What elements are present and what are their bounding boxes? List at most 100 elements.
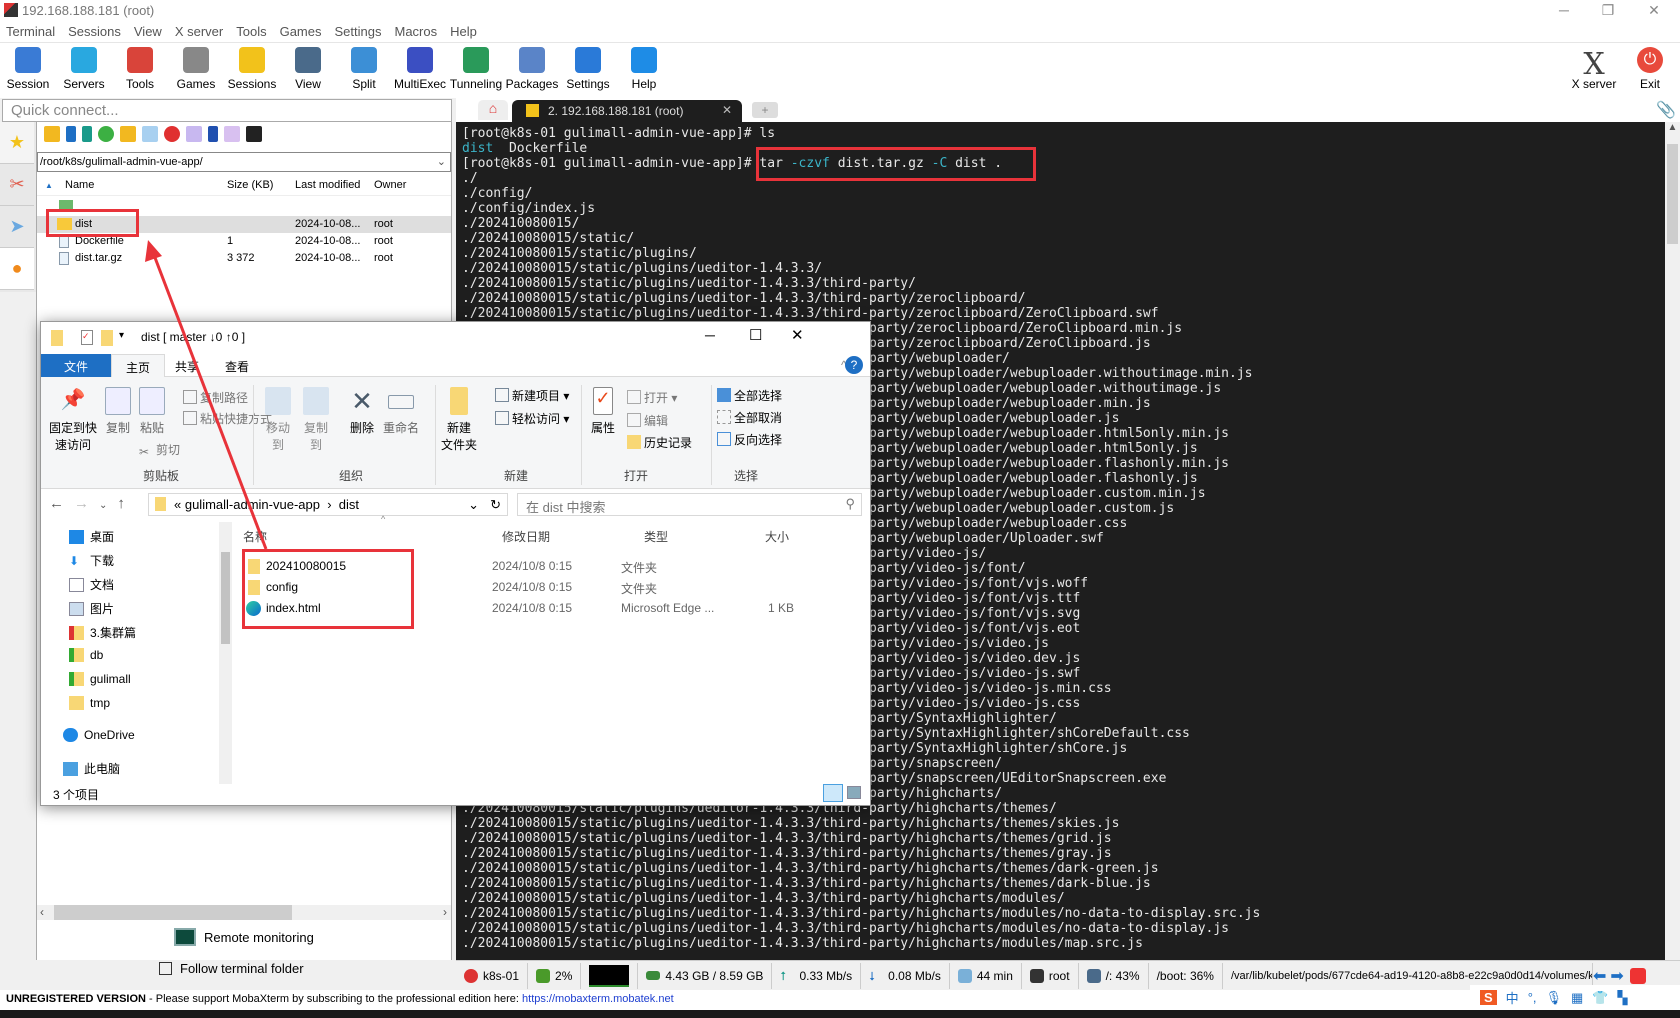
send-icon[interactable]: ➤ (0, 206, 34, 248)
large-icons-view-button[interactable] (847, 786, 861, 799)
restore-button[interactable]: ❐ (1588, 0, 1628, 22)
toolbar-button-split[interactable]: Split (336, 47, 392, 91)
magic-wand-icon[interactable] (224, 126, 240, 142)
customize-qa-icon[interactable]: ▾ (119, 330, 124, 341)
tab-share[interactable]: 共享 (161, 354, 213, 377)
tab-close-icon[interactable]: ✕ (722, 103, 732, 117)
nav-item[interactable]: gulimall (69, 672, 131, 686)
nav-item[interactable]: 文档 (69, 576, 114, 593)
mic-icon[interactable]: 🎙 (1546, 990, 1563, 1006)
move-to-button[interactable]: 移动到 (261, 387, 295, 453)
menu-item[interactable]: Sessions (62, 22, 128, 42)
skin-icon[interactable]: 👕 (1592, 990, 1608, 1006)
tab-file[interactable]: 文件 (41, 354, 111, 377)
sogou-icon[interactable]: S (1480, 990, 1497, 1005)
session-tab[interactable]: 2. 192.168.188.181 (root) ✕ (512, 100, 742, 122)
menu-item[interactable]: Help (444, 22, 484, 42)
history-button[interactable]: 历史记录 (627, 434, 692, 451)
nav-item[interactable]: tmp (69, 696, 110, 710)
new-folder-icon[interactable] (120, 126, 136, 142)
col-size[interactable]: 大小 (765, 528, 789, 545)
copy-path-button[interactable]: 复制路径 (183, 389, 248, 406)
new-file-icon[interactable] (142, 126, 158, 142)
nav-item[interactable]: ⬇ 下载 (69, 552, 114, 569)
scrollbar-thumb[interactable] (1667, 144, 1678, 244)
permissions-icon[interactable] (208, 126, 218, 142)
nav-item[interactable]: 图片 (69, 600, 114, 617)
invert-selection-button[interactable]: 反向选择 (717, 431, 782, 448)
scroll-up-icon[interactable]: ▲ (1665, 122, 1680, 133)
details-view-button[interactable] (823, 784, 843, 802)
toolbar-button-view[interactable]: View (280, 47, 336, 91)
mobatek-link[interactable]: https://mobaxterm.mobatek.net (522, 993, 674, 1005)
toolbar-button-games[interactable]: Games (168, 47, 224, 91)
open-button[interactable]: 打开 ▾ (627, 389, 677, 406)
menu-item[interactable]: View (128, 22, 169, 42)
arrow-right-icon[interactable]: ➡ (1610, 966, 1623, 986)
address-bar[interactable]: « gulimall-admin-vue-app › dist ⌄ ↻ (148, 493, 508, 516)
back-icon[interactable]: ← (49, 495, 74, 512)
select-none-button[interactable]: 全部取消 (717, 409, 782, 426)
col-date[interactable]: 修改日期 (502, 528, 550, 545)
rename-icon[interactable] (186, 126, 202, 142)
pin-quick-access-button[interactable]: 📌 固定到快 速访问 (45, 387, 101, 453)
copy-to-button[interactable]: 复制到 (299, 387, 333, 453)
new-folder-button[interactable]: 新建 文件夹 (439, 387, 479, 453)
nav-scrollbar[interactable] (219, 522, 232, 784)
paste-button[interactable]: 粘贴 (137, 387, 167, 436)
new-tab-button[interactable]: + (752, 102, 778, 118)
menu-item[interactable]: Tools (230, 22, 273, 42)
punctuation-icon[interactable]: °, (1528, 990, 1537, 1005)
paste-shortcut-button[interactable]: 粘贴快捷方式 (183, 410, 272, 427)
arrow-left-icon[interactable]: ⬅ (1593, 966, 1606, 986)
sftp-path-field[interactable]: /root/k8s/gulimall-admin-vue-app/ ⌄ (37, 152, 451, 172)
nav-item[interactable]: OneDrive (63, 728, 135, 742)
xserver-button[interactable]: XX server (1566, 47, 1622, 91)
menu-item[interactable]: Terminal (0, 22, 62, 42)
toolbar-button-session[interactable]: Session (0, 47, 56, 91)
address-dropdown-icon[interactable]: ⌄ (468, 497, 479, 513)
checkbox[interactable] (159, 962, 172, 975)
col-name[interactable]: 名称 (243, 528, 267, 545)
terminal-icon[interactable] (246, 126, 262, 142)
exit-button[interactable]: ⏻ Exit (1622, 47, 1678, 91)
search-input[interactable]: 在 dist 中搜索 ⚲ (517, 493, 862, 516)
minimize-button[interactable]: ─ (1544, 0, 1584, 22)
toolbar-button-settings[interactable]: Settings (560, 47, 616, 91)
quick-connect-input[interactable]: Quick connect... (2, 99, 452, 122)
remote-monitoring-button[interactable]: Remote monitoring (174, 928, 314, 946)
col-type[interactable]: 类型 (644, 528, 668, 545)
properties-qa-icon[interactable]: ✓ (81, 330, 93, 345)
help-icon[interactable]: ? (845, 356, 863, 374)
nav-item[interactable]: db (69, 648, 103, 662)
menu-item[interactable]: Macros (388, 22, 444, 42)
menu-item[interactable]: Games (274, 22, 329, 42)
nav-item[interactable]: 桌面 (69, 528, 114, 545)
toolbar-button-tools[interactable]: Tools (112, 47, 168, 91)
scroll-left-icon[interactable]: ‹ (40, 905, 44, 919)
apps-icon[interactable]: ▚ (1618, 990, 1628, 1006)
sftp-globe-icon[interactable]: ● (0, 248, 34, 290)
tools-side-icon[interactable]: ✂ (0, 164, 34, 206)
breadcrumb-current[interactable]: dist (339, 497, 359, 512)
close-red-icon[interactable] (1629, 967, 1646, 984)
chevron-down-icon[interactable]: ⌄ (437, 155, 446, 168)
edit-button[interactable]: 编辑 (627, 412, 668, 429)
maximize-button[interactable]: ☐ (749, 326, 762, 344)
up-icon[interactable]: ↑ (117, 495, 135, 512)
star-icon[interactable]: ★ (0, 122, 34, 164)
close-button[interactable]: ✕ (1634, 0, 1674, 22)
forward-icon[interactable]: → (74, 495, 99, 512)
toolbar-button-servers[interactable]: Servers (56, 47, 112, 91)
parent-folder-icon[interactable] (44, 126, 60, 142)
col-owner[interactable]: Owner (374, 179, 406, 191)
chinese-mode-icon[interactable]: 中 (1506, 988, 1519, 1007)
scrollbar-thumb[interactable] (221, 552, 230, 644)
col-modified[interactable]: Last modified (295, 179, 360, 191)
terminal-scrollbar[interactable]: ▲ (1665, 122, 1680, 960)
upload-icon[interactable] (82, 126, 92, 142)
sftp-row[interactable]: dist.tar.gz 3 372 2024-10-08... root (37, 250, 451, 267)
toolbar-button-tunneling[interactable]: Tunneling (448, 47, 504, 91)
new-item-button[interactable]: 新建项目 ▾ (495, 387, 569, 404)
horizontal-scrollbar[interactable]: ‹ › (37, 905, 451, 920)
